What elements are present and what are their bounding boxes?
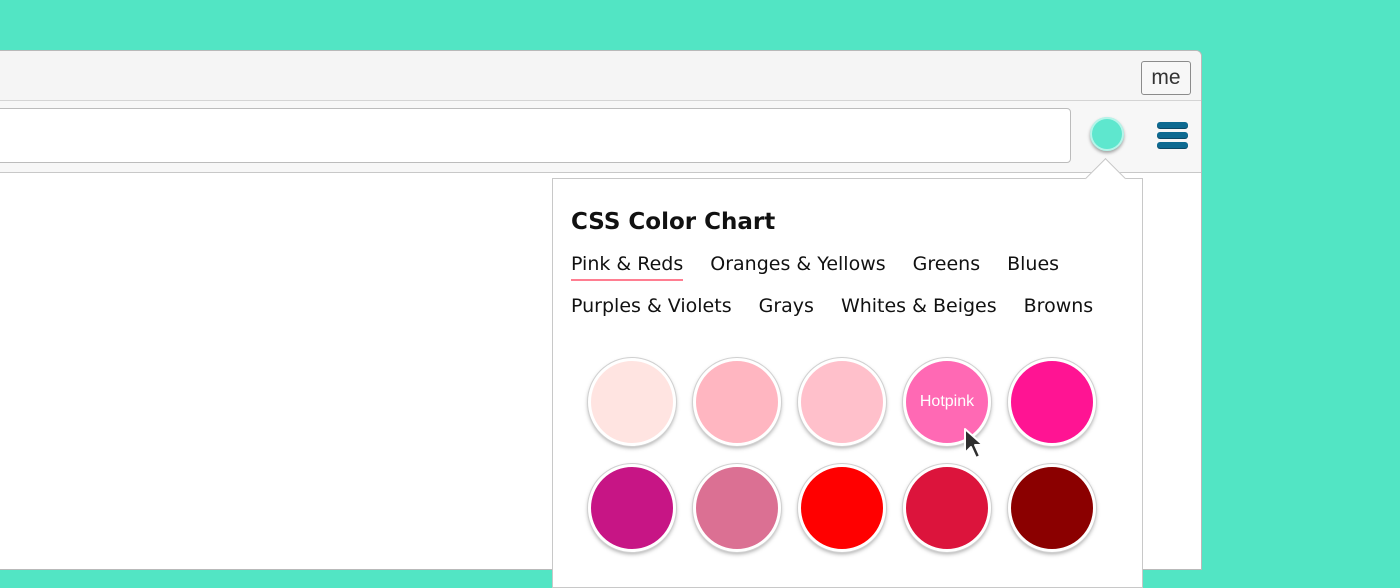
tab-pink-reds[interactable]: Pink & Reds: [571, 251, 684, 281]
address-bar[interactable]: [0, 108, 1071, 163]
tab-oranges-yellows[interactable]: Oranges & Yellows: [710, 251, 885, 281]
tab-whites-beiges[interactable]: Whites & Beiges: [841, 293, 997, 323]
profile-button[interactable]: me: [1141, 61, 1191, 95]
color-swatch[interactable]: [798, 358, 886, 446]
popup-title: CSS Color Chart: [571, 209, 776, 235]
color-swatch[interactable]: [1008, 358, 1096, 446]
category-tabs-row-1: Pink & Reds Oranges & Yellows Greens Blues: [571, 251, 1086, 281]
color-swatch[interactable]: [588, 464, 676, 552]
color-swatch[interactable]: [903, 464, 991, 552]
tab-purples-violets[interactable]: Purples & Violets: [571, 293, 732, 323]
color-swatch[interactable]: [588, 358, 676, 446]
color-swatch[interactable]: [1008, 464, 1096, 552]
color-chart-extension-button[interactable]: [1089, 116, 1127, 154]
toolbar: [0, 101, 1201, 173]
hamburger-menu-icon[interactable]: [1157, 122, 1189, 150]
tab-grays[interactable]: Grays: [759, 293, 814, 323]
tab-blues[interactable]: Blues: [1007, 251, 1059, 281]
tab-greens[interactable]: Greens: [913, 251, 980, 281]
tab-browns[interactable]: Browns: [1024, 293, 1094, 323]
color-swatch[interactable]: [798, 464, 886, 552]
title-bar: me: [0, 51, 1201, 101]
color-swatch[interactable]: [693, 358, 781, 446]
mouse-pointer-icon: [964, 428, 984, 459]
category-tabs-row-2: Purples & Violets Grays Whites & Beiges Bro…: [571, 293, 1120, 323]
color-dot-icon: [1090, 117, 1124, 151]
color-swatch[interactable]: [693, 464, 781, 552]
